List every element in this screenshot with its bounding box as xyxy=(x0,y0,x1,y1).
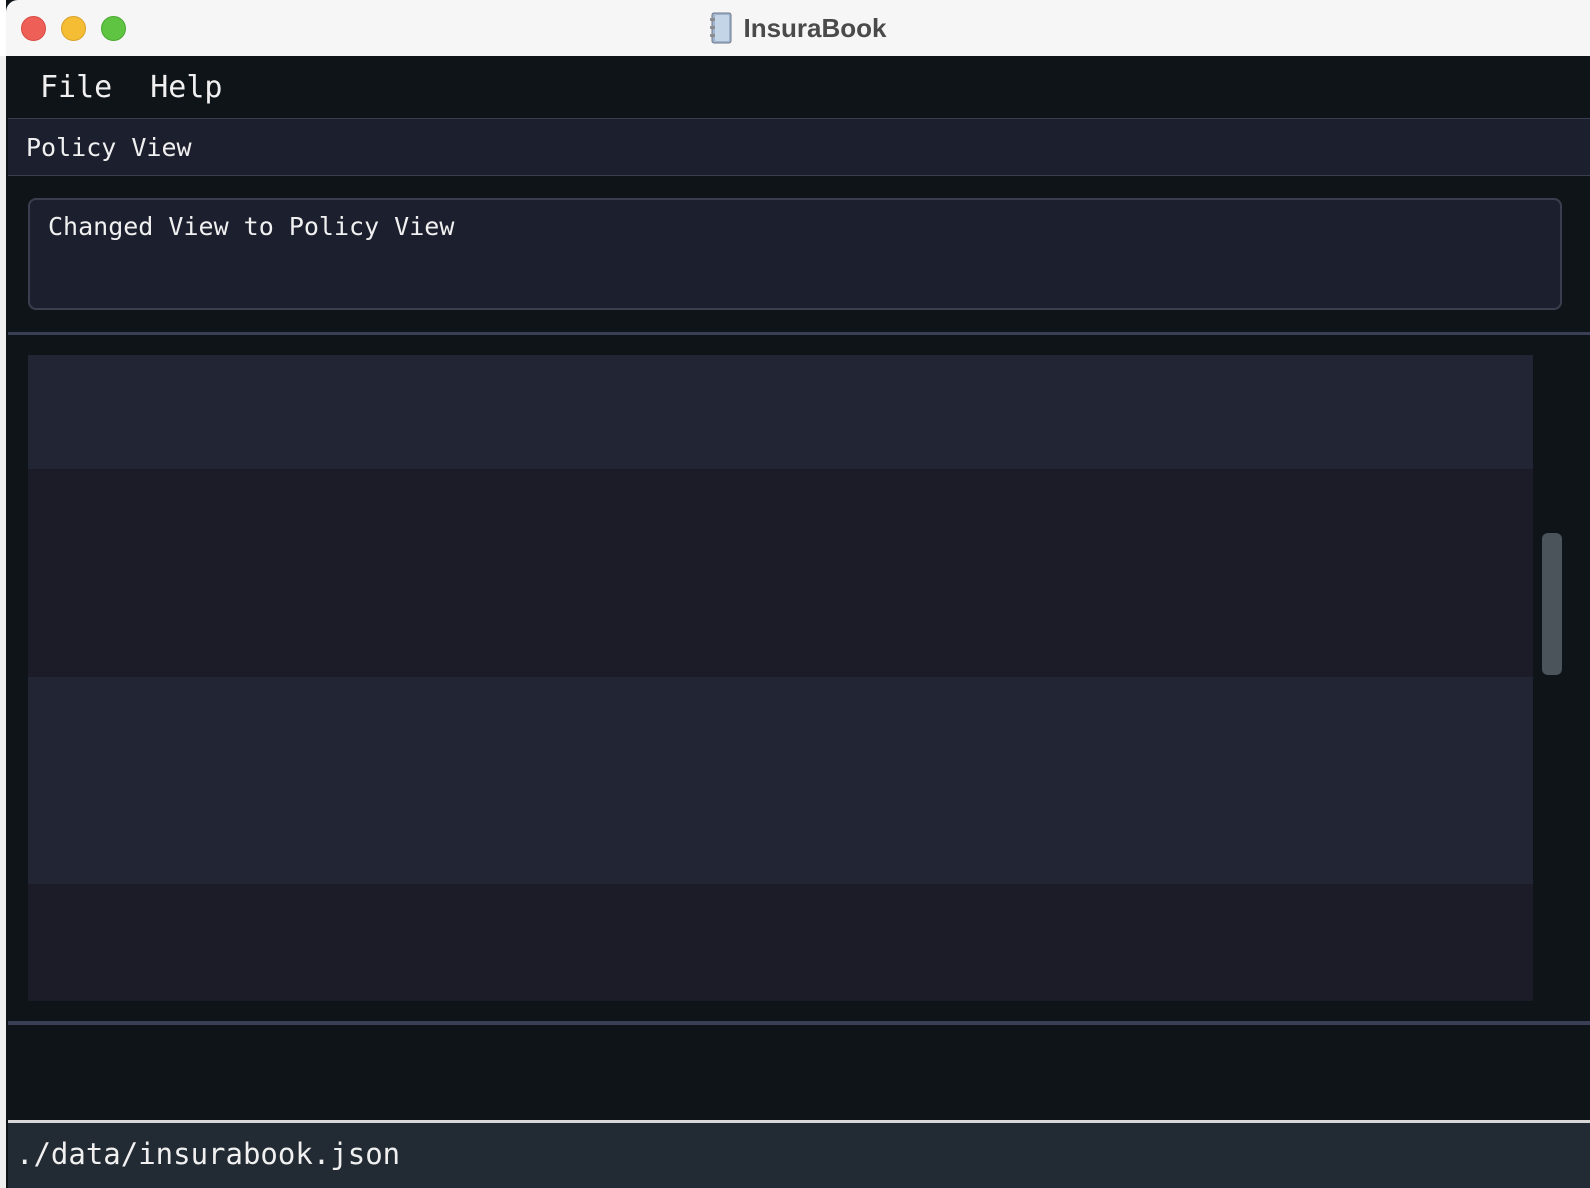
command-box-area xyxy=(8,1025,1590,1122)
list-item[interactable] xyxy=(28,355,1533,469)
title-wrap: InsuraBook xyxy=(6,0,1590,56)
list-scrollbar[interactable] xyxy=(1542,355,1564,1001)
menu-help[interactable]: Help xyxy=(150,70,222,105)
list-item[interactable] xyxy=(28,469,1533,677)
result-message: Changed View to Policy View xyxy=(48,212,455,241)
policy-list-panel xyxy=(8,335,1590,1021)
result-display-area: Changed View to Policy View xyxy=(8,176,1590,332)
title-bar[interactable]: InsuraBook xyxy=(6,0,1590,57)
list-item[interactable] xyxy=(28,677,1533,884)
app-window: InsuraBook File Help Policy View Changed… xyxy=(6,0,1590,1188)
menu-bar: File Help xyxy=(6,56,1590,118)
status-bar: ./data/insurabook.json xyxy=(8,1123,1590,1188)
window-title: InsuraBook xyxy=(743,12,887,43)
notebook-icon xyxy=(709,12,733,44)
scrollbar-thumb[interactable] xyxy=(1542,533,1562,675)
save-file-path: ./data/insurabook.json xyxy=(16,1137,401,1171)
result-display-box[interactable]: Changed View to Policy View xyxy=(28,198,1562,310)
view-title: Policy View xyxy=(26,132,192,162)
menu-file[interactable]: File xyxy=(40,70,112,105)
policy-list[interactable] xyxy=(28,355,1533,1001)
command-input[interactable] xyxy=(8,1025,1590,1120)
list-item[interactable] xyxy=(28,884,1533,1001)
view-header: Policy View xyxy=(8,118,1590,176)
